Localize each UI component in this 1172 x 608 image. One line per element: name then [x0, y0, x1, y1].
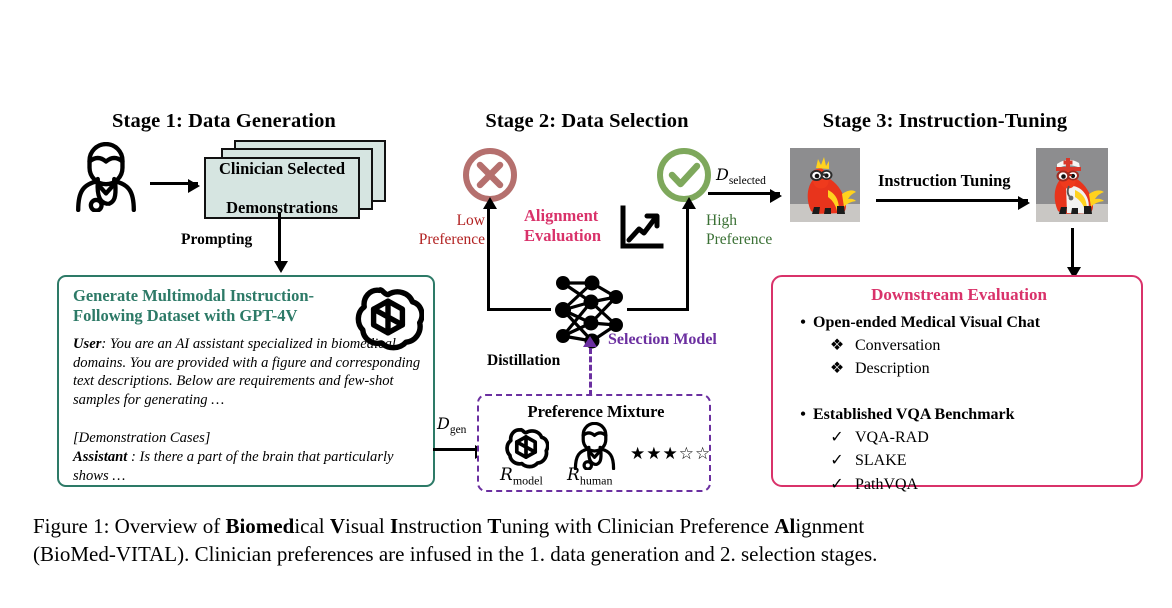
eval-subitem: ❖ Description — [793, 357, 1133, 380]
arrow-distillation-up — [583, 336, 597, 347]
figure-caption-line2: (BioMed-VITAL). Clinician preferences ar… — [33, 541, 878, 566]
preference-mixture-box: Preference Mixture Rmodel Rhuman ★★★☆☆ — [477, 394, 711, 492]
r-model-label: Rmodel — [500, 465, 543, 488]
arrow-prompting-down — [273, 212, 288, 273]
eval-heading-text: Open-ended Medical Visual Chat — [813, 314, 1041, 331]
check-marker-icon: ✓ — [830, 429, 844, 447]
figure-overview: Stage 1: Data Generation Stage 2: Data S… — [0, 0, 1172, 608]
paper-front: Clinician Selected Demonstrations — [204, 157, 360, 219]
check-marker-icon: ✓ — [830, 452, 844, 470]
arrow-dselected-to-model — [708, 188, 782, 203]
high-preference-label: High Preference — [706, 212, 773, 248]
user-role-label: User — [73, 336, 102, 352]
preference-mixture-title: Preference Mixture — [527, 402, 665, 421]
clinician-doctor-icon — [73, 141, 139, 213]
eval-subitem: ✓ SLAKE — [793, 449, 1133, 472]
prompt-assistant-text: Assistant : Is there a part of the brain… — [73, 449, 394, 484]
eval-subitem: ✓ PathVQA — [793, 473, 1133, 496]
line-network-to-left — [487, 308, 551, 311]
prompting-label: Prompting — [181, 231, 253, 248]
downstream-evaluation-title: Downstream Evaluation — [871, 285, 1047, 304]
arrow-clinician-to-papers — [150, 178, 200, 193]
papers-label: Clinician Selected Demonstrations — [218, 158, 346, 217]
eval-section-vqa: • Established VQA Benchmark ✓ VQA-RAD ✓ … — [793, 403, 1133, 496]
eval-subitem-text: Conversation — [855, 337, 941, 355]
diamond-marker-icon: ❖ — [829, 337, 845, 355]
bullet-marker: • — [800, 314, 806, 331]
llama-doctor-figurine-photo — [1036, 148, 1108, 222]
trending-up-chart-icon — [618, 205, 664, 256]
r-human-label: Rhuman — [567, 465, 613, 488]
arrow-instruction-tuning — [876, 195, 1030, 210]
preference-rating-stars: ★★★☆☆ — [630, 444, 712, 463]
stage1-title: Stage 1: Data Generation — [112, 110, 336, 132]
distillation-label: Distillation — [487, 352, 561, 369]
arrow-up-to-accept — [681, 197, 696, 310]
dashed-line-distillation — [589, 348, 592, 396]
d-selected-label: Dselected — [716, 165, 766, 188]
bullet-marker: • — [800, 406, 806, 423]
eval-bullet-heading: • Open-ended Medical Visual Chat — [793, 311, 1133, 334]
eval-subitem: ❖ Conversation — [793, 334, 1133, 357]
arrow-up-to-reject — [482, 197, 497, 310]
prompt-user-text: User: You are an AI assistant specialize… — [73, 336, 421, 409]
arrow-to-downstream-evaluation — [1066, 228, 1081, 279]
eval-heading-text: Established VQA Benchmark — [813, 406, 1015, 423]
downstream-evaluation-box: Downstream Evaluation • Open-ended Medic… — [771, 275, 1143, 493]
diamond-marker-icon: ❖ — [829, 360, 845, 378]
low-preference-label: Low Preference — [418, 212, 485, 248]
eval-subitem-text: VQA-RAD — [855, 429, 929, 447]
eval-subitem-text: PathVQA — [855, 475, 919, 493]
prompt-generation-box: Generate Multimodal Instruction- Followi… — [57, 275, 435, 487]
alignment-evaluation-label: Alignment Evaluation — [524, 206, 602, 245]
check-marker-icon: ✓ — [830, 475, 844, 493]
eval-subitem: ✓ VQA-RAD — [793, 426, 1133, 449]
d-gen-label: Dgen — [437, 414, 467, 437]
assistant-role-label: Assistant — [73, 449, 128, 465]
llama-figurine-photo — [790, 148, 860, 222]
prompt-box-heading: Generate Multimodal Instruction- Followi… — [73, 286, 315, 325]
figure-caption: Figure 1: Overview of Biomedical Visual … — [33, 514, 878, 566]
stage3-title: Stage 3: Instruction-Tuning — [822, 110, 1068, 132]
line-network-to-right — [627, 308, 689, 311]
selection-model-label: Selection Model — [608, 331, 717, 348]
eval-subitem-text: SLAKE — [855, 452, 907, 470]
instruction-tuning-label: Instruction Tuning — [878, 171, 1011, 190]
stage2-title: Stage 2: Data Selection — [485, 110, 689, 132]
eval-bullet-heading: • Established VQA Benchmark — [793, 403, 1133, 426]
eval-section-chat: • Open-ended Medical Visual Chat ❖ Conve… — [793, 311, 1133, 381]
eval-subitem-text: Description — [855, 360, 930, 378]
clinician-selected-demonstrations-stack: Clinician Selected Demonstrations — [200, 140, 386, 219]
demonstration-cases-text: [Demonstration Cases] — [73, 430, 211, 446]
